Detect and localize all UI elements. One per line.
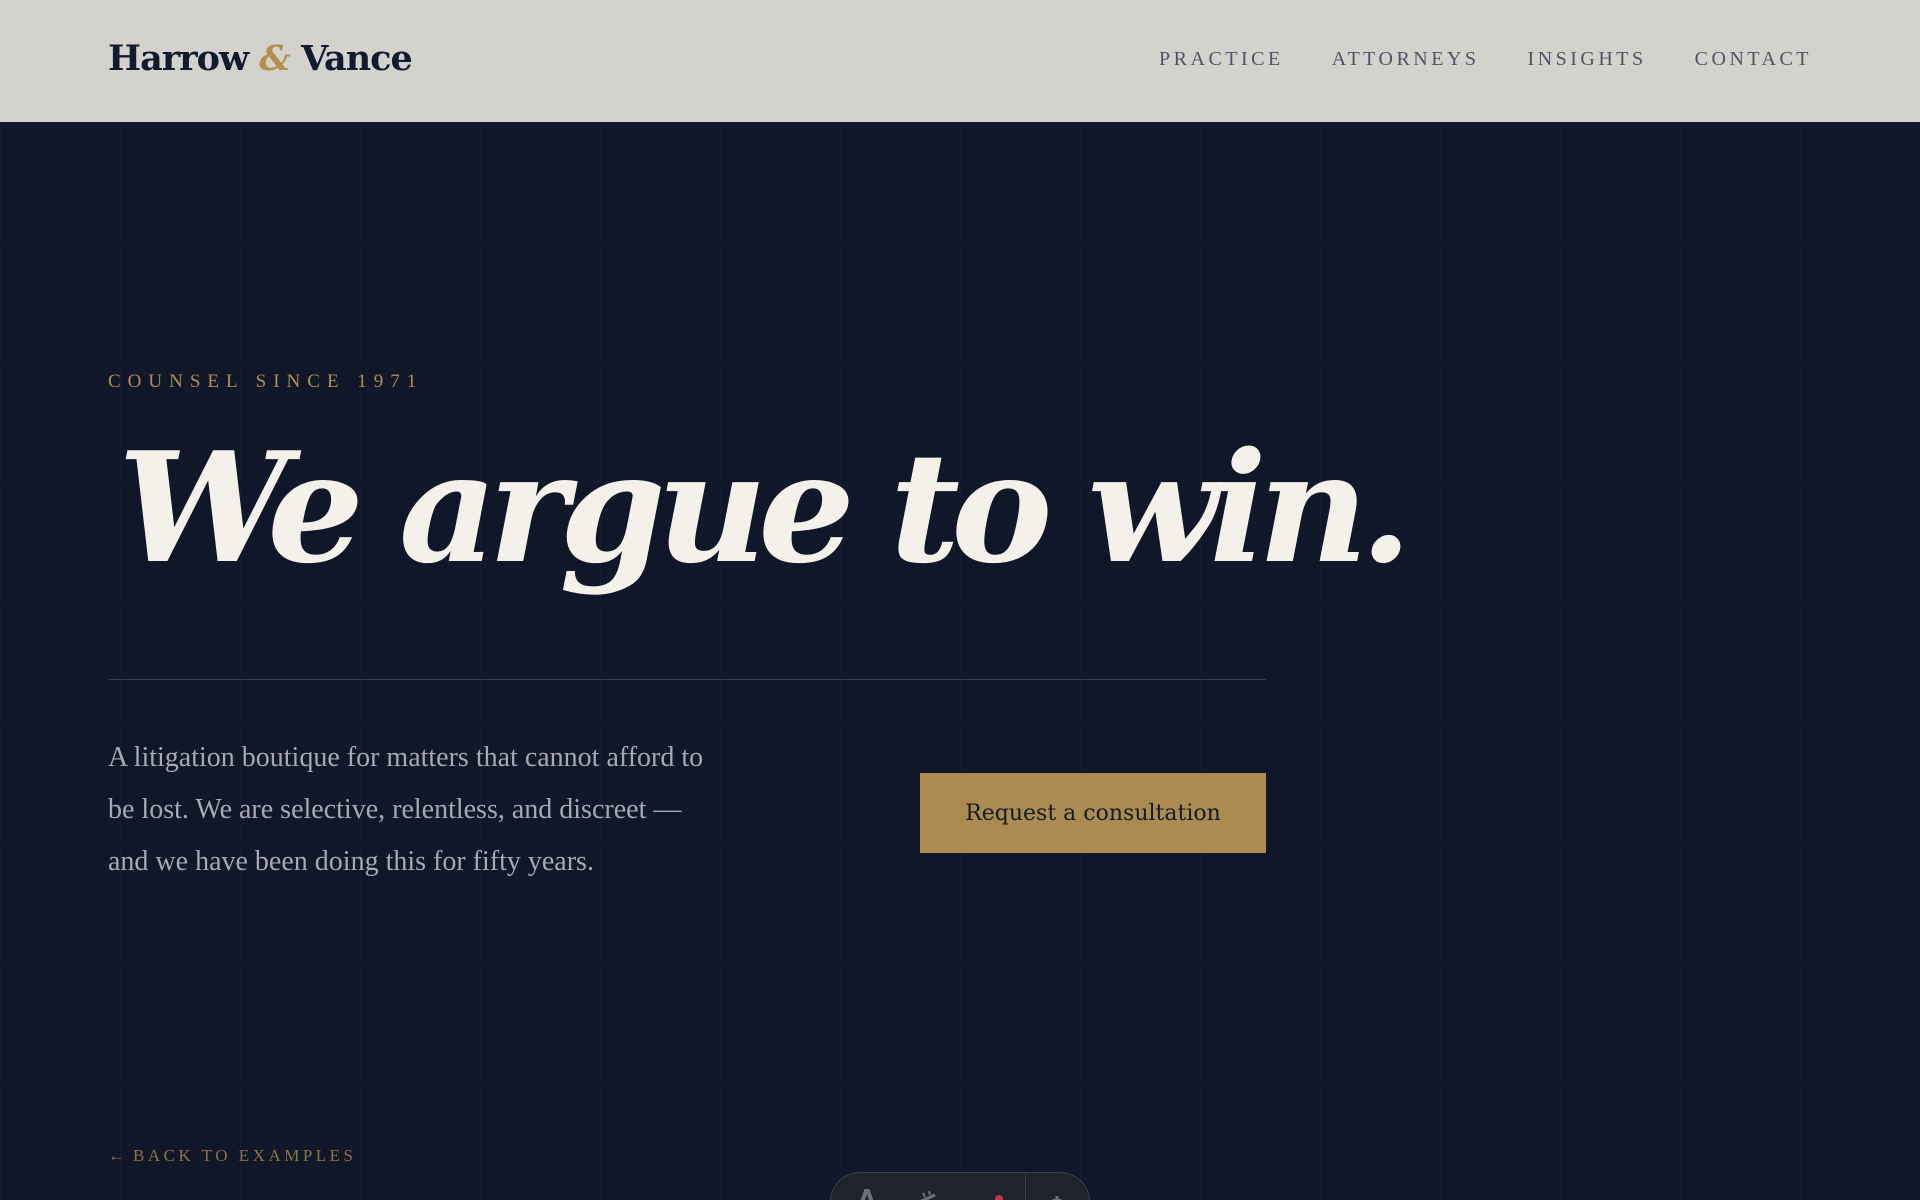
request-consultation-button[interactable]: Request a consultation: [920, 773, 1266, 853]
main-nav: PRACTICE ATTORNEYS INSIGHTS CONTACT: [1159, 48, 1812, 71]
brush-icon[interactable]: [909, 1183, 945, 1200]
nav-item-contact[interactable]: CONTACT: [1695, 48, 1812, 71]
hero-section: [0, 122, 1920, 1200]
nav-item-insights[interactable]: INSIGHTS: [1528, 48, 1647, 71]
arrow-left-icon: ←: [108, 1146, 125, 1165]
hero-headline: We argue to win.: [118, 418, 1412, 597]
back-link-label: BACK TO EXAMPLES: [133, 1146, 357, 1165]
brand-second-word: Vance: [301, 38, 413, 79]
slider-icon[interactable]: [969, 1183, 1005, 1200]
brand-ampersand: &: [259, 38, 291, 79]
site-header: Harrow & Vance PRACTICE ATTORNEYS INSIGH…: [0, 0, 1920, 122]
hero-eyebrow: COUNSEL SINCE 1971: [108, 371, 424, 392]
brand-first-word: Harrow: [108, 38, 249, 79]
toolbar-separator: [1025, 1173, 1026, 1200]
brand-logo[interactable]: Harrow & Vance: [108, 38, 413, 79]
notification-dot: [995, 1195, 1003, 1200]
gear-icon[interactable]: [1039, 1183, 1075, 1200]
back-to-examples-link[interactable]: ← BACK TO EXAMPLES: [108, 1146, 357, 1166]
nav-item-attorneys[interactable]: ATTORNEYS: [1332, 48, 1480, 71]
floating-toolbar: [830, 1172, 1090, 1200]
font-icon[interactable]: [849, 1183, 885, 1200]
nav-item-practice[interactable]: PRACTICE: [1159, 48, 1284, 71]
hero-divider: [108, 679, 1266, 680]
hero-description: A litigation boutique for matters that c…: [108, 742, 704, 877]
